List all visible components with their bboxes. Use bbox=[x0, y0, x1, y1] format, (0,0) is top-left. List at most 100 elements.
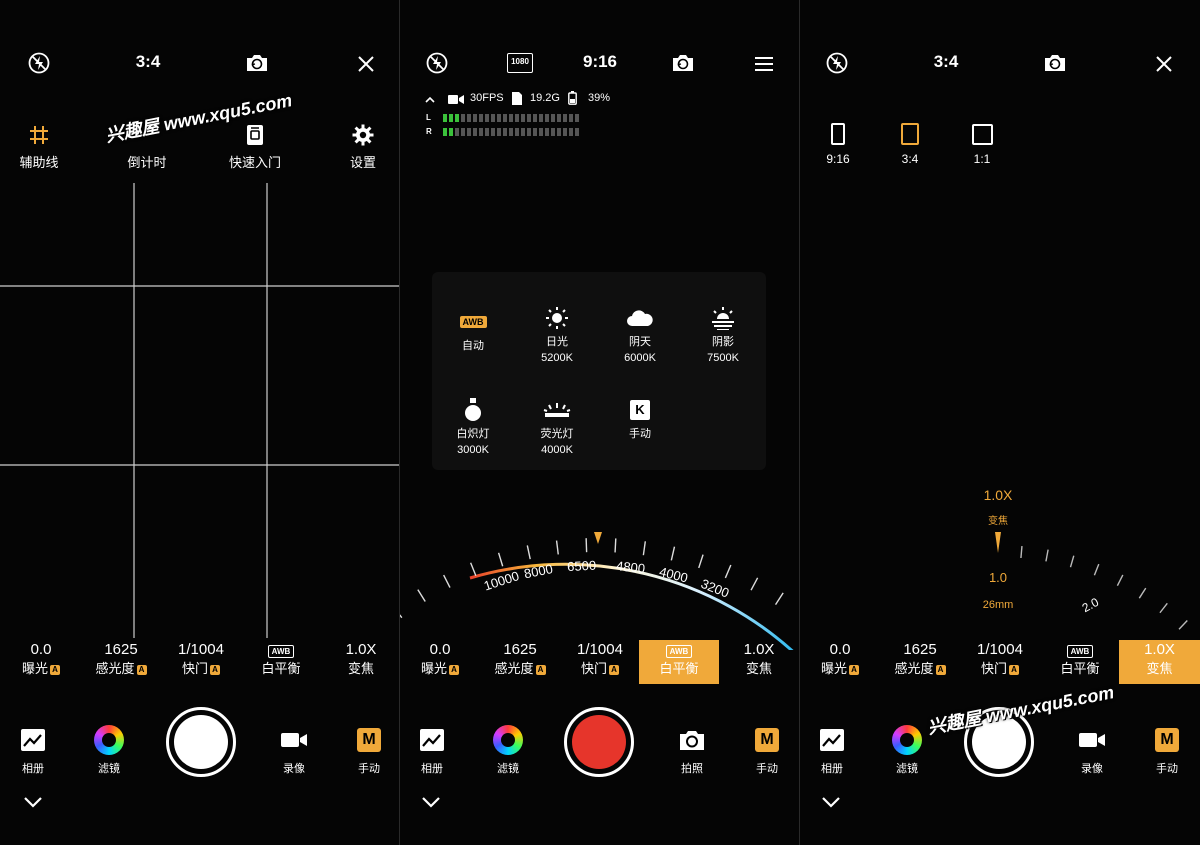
ratio-option-9-16[interactable]: 9:16 bbox=[818, 122, 858, 166]
wb-option-label: 自动 bbox=[462, 340, 484, 352]
meter-segment bbox=[461, 114, 465, 122]
flash-off-icon[interactable] bbox=[824, 52, 850, 74]
chevron-down-icon[interactable] bbox=[420, 793, 442, 811]
gallery-icon bbox=[8, 724, 58, 756]
zoom-control[interactable]: 1.0X 变焦 bbox=[1119, 640, 1200, 684]
settings-label: 设置 bbox=[349, 155, 376, 170]
iso-control[interactable]: 1625 感光度 A bbox=[480, 640, 560, 684]
camera-icon bbox=[667, 724, 717, 756]
standard-ratio-icon bbox=[890, 122, 930, 146]
wb-option-daylight[interactable]: 日光 5200K bbox=[517, 305, 597, 364]
iso-value: 1625 bbox=[903, 641, 937, 658]
flash-off-icon[interactable] bbox=[424, 52, 450, 74]
wb-option-kelvin: 5200K bbox=[541, 352, 573, 364]
gallery-button[interactable]: 相册 bbox=[407, 724, 457, 776]
meter-segment bbox=[533, 114, 537, 122]
dial-tick bbox=[750, 577, 759, 591]
gallery-button[interactable]: 相册 bbox=[807, 724, 857, 776]
wb-option-manual[interactable]: K 手动 bbox=[600, 397, 680, 441]
ratio-option-3-4[interactable]: 3:4 bbox=[890, 122, 930, 166]
wb-option-shade[interactable]: 阴影 7500K bbox=[683, 305, 763, 364]
chevron-down-icon[interactable] bbox=[22, 793, 44, 811]
meter-segment bbox=[473, 128, 477, 136]
battery-icon bbox=[566, 91, 578, 105]
wb-option-auto[interactable]: AWB 自动 bbox=[433, 309, 513, 353]
exposure-control[interactable]: 0.0 曝光 A bbox=[800, 640, 880, 684]
exposure-control[interactable]: 0.0 曝光 A bbox=[400, 640, 480, 684]
auto-badge: A bbox=[609, 665, 619, 675]
video-camera-icon bbox=[448, 92, 464, 106]
flash-off-icon[interactable] bbox=[26, 52, 52, 74]
grid-lines-button[interactable]: 辅助线 bbox=[10, 122, 68, 171]
zoom-tick bbox=[1138, 587, 1147, 599]
wb-option-incandescent[interactable]: 白炽灯 3000K bbox=[433, 397, 513, 456]
aspect-ratio-toggle[interactable]: 3:4 bbox=[118, 52, 178, 72]
close-icon[interactable] bbox=[355, 53, 377, 75]
quick-start-button[interactable]: 快速入门 bbox=[222, 122, 288, 171]
exposure-control[interactable]: 0.0 曝光 A bbox=[1, 640, 81, 684]
record-mode-button[interactable]: 录像 bbox=[269, 724, 319, 776]
iso-control[interactable]: 1625 感光度 A bbox=[81, 640, 161, 684]
manual-mode-button[interactable]: M 手动 bbox=[344, 724, 394, 776]
white-balance-control[interactable]: AWB 白平衡 bbox=[639, 640, 719, 684]
gallery-button[interactable]: 相册 bbox=[8, 724, 58, 776]
menu-icon[interactable] bbox=[752, 53, 776, 75]
video-resolution-icon: 1080 bbox=[507, 53, 533, 73]
shutter-speed-label: 快门 bbox=[580, 661, 607, 676]
wb-option-label: 日光 bbox=[546, 336, 568, 348]
close-icon[interactable] bbox=[1153, 53, 1175, 75]
shade-icon bbox=[683, 305, 763, 331]
zoom-value: 1.0X bbox=[1144, 641, 1175, 658]
zoom-control[interactable]: 1.0X 变焦 bbox=[719, 640, 799, 684]
manual-mode-button[interactable]: M 手动 bbox=[742, 724, 792, 776]
dial-pointer bbox=[594, 532, 602, 544]
resolution-button[interactable]: 1080 bbox=[506, 52, 534, 74]
wb-option-label: 白炽灯 bbox=[456, 428, 490, 440]
white-balance-control[interactable]: AWB 白平衡 bbox=[1040, 640, 1120, 684]
zoom-label: 变焦 bbox=[347, 661, 374, 676]
white-balance-label: 白平衡 bbox=[261, 661, 301, 676]
white-balance-control[interactable]: AWB 白平衡 bbox=[241, 640, 321, 684]
exposure-label: 曝光 bbox=[420, 661, 447, 676]
record-mode-button[interactable]: 录像 bbox=[1067, 724, 1117, 776]
settings-button[interactable]: 设置 bbox=[336, 122, 390, 171]
switch-camera-icon[interactable] bbox=[670, 52, 696, 74]
meter-segment bbox=[509, 128, 513, 136]
filter-button[interactable]: 滤镜 bbox=[84, 724, 134, 776]
manual-mode-button[interactable]: M 手动 bbox=[1142, 724, 1192, 776]
filter-button[interactable]: 滤镜 bbox=[483, 724, 533, 776]
kelvin-dial[interactable]: 10000 8000 6500 4800 40003200 bbox=[400, 520, 799, 650]
chevron-down-icon[interactable] bbox=[820, 793, 842, 811]
aspect-ratio-toggle[interactable]: 3:4 bbox=[916, 52, 976, 72]
zoom-value: 1.0X bbox=[743, 641, 775, 658]
meter-segment bbox=[527, 128, 531, 136]
exposure-label: 曝光 bbox=[820, 661, 847, 676]
meter-segment bbox=[575, 114, 579, 122]
wb-option-cloudy[interactable]: 阴天 6000K bbox=[600, 305, 680, 364]
iso-label: 感光度 bbox=[894, 661, 934, 676]
photo-mode-button[interactable]: 拍照 bbox=[667, 724, 717, 776]
dial-tick bbox=[724, 564, 732, 579]
switch-camera-icon[interactable] bbox=[1042, 52, 1068, 74]
filter-button[interactable]: 滤镜 bbox=[882, 724, 932, 776]
dial-tick bbox=[555, 540, 559, 555]
record-button[interactable] bbox=[564, 707, 634, 777]
video-camera-icon bbox=[1067, 724, 1117, 756]
shutter-speed-control[interactable]: 1/1004 快门 A bbox=[960, 640, 1040, 684]
gallery-label: 相册 bbox=[821, 763, 843, 775]
zoom-tick bbox=[1020, 545, 1023, 559]
meter-segment bbox=[485, 128, 489, 136]
wb-option-fluorescent[interactable]: 荧光灯 4000K bbox=[517, 397, 597, 456]
capture-button[interactable] bbox=[166, 707, 236, 777]
ratio-option-1-1[interactable]: 1:1 bbox=[962, 122, 1002, 166]
chevron-up-icon[interactable] bbox=[424, 93, 436, 105]
aspect-ratio-toggle[interactable]: 9:16 bbox=[570, 52, 630, 72]
shutter-speed-control[interactable]: 1/1004 快门 A bbox=[161, 640, 241, 684]
zoom-control[interactable]: 1.0X 变焦 bbox=[321, 640, 399, 684]
iso-control[interactable]: 1625 感光度 A bbox=[880, 640, 960, 684]
shutter-speed-control[interactable]: 1/1004 快门 A bbox=[560, 640, 640, 684]
zoom-tick bbox=[1178, 620, 1188, 630]
switch-camera-icon[interactable] bbox=[244, 52, 270, 74]
zoom-tick bbox=[1116, 574, 1124, 586]
exposure-value: 0.0 bbox=[829, 641, 851, 658]
